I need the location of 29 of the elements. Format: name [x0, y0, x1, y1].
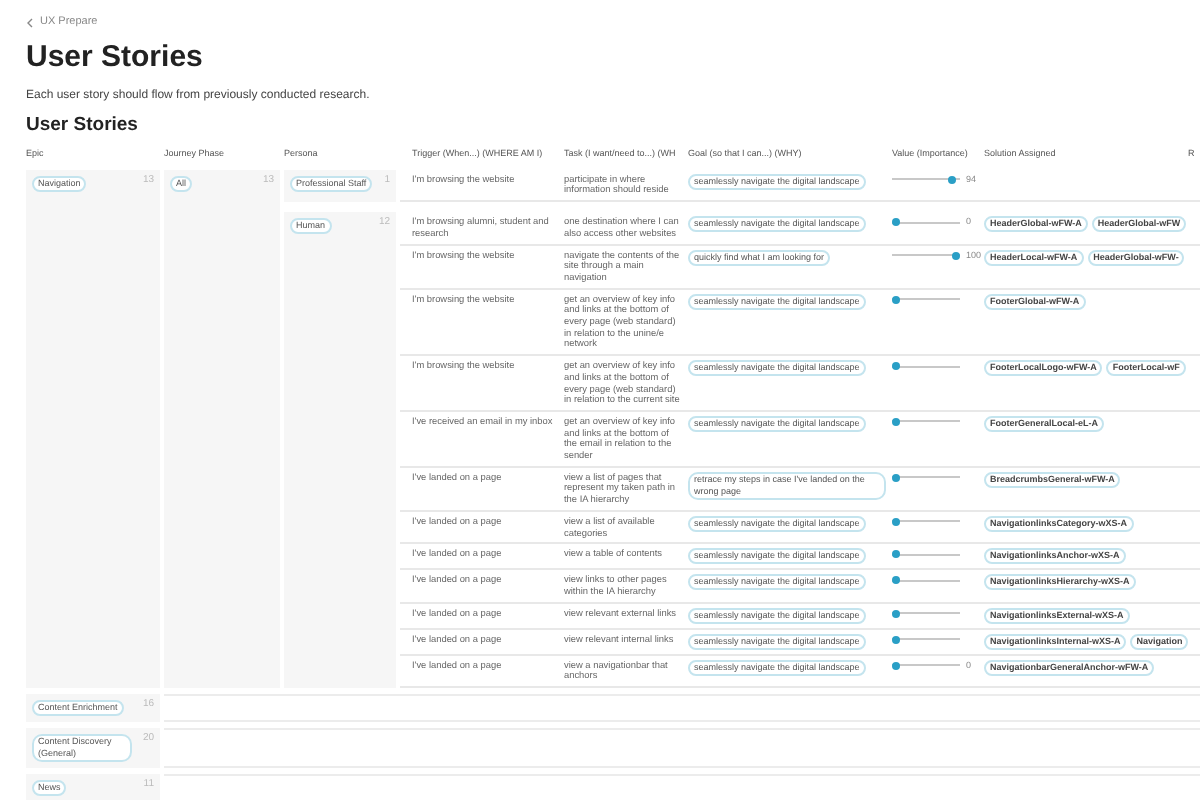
value-slider[interactable]	[892, 251, 960, 260]
slider-thumb[interactable]	[892, 295, 900, 304]
value-slider[interactable]	[892, 635, 960, 644]
slider-thumb[interactable]	[892, 517, 900, 526]
slider-thumb[interactable]	[892, 473, 900, 482]
page-title: User Stories	[26, 38, 205, 78]
value-slider[interactable]	[892, 473, 960, 482]
slider-thumb[interactable]	[952, 251, 960, 260]
slider-thumb[interactable]	[892, 417, 900, 426]
slider-thumb[interactable]	[892, 661, 900, 670]
slider-thumb[interactable]	[892, 576, 900, 585]
value-slider[interactable]	[892, 417, 960, 426]
value-slider[interactable]	[892, 517, 960, 526]
section-title: User Stories	[26, 114, 140, 138]
value-slider[interactable]	[892, 362, 960, 371]
value-slider[interactable]	[892, 175, 960, 184]
slider-thumb[interactable]	[892, 218, 900, 227]
slider-thumb[interactable]	[892, 550, 900, 559]
value-slider[interactable]	[892, 576, 960, 585]
value-slider[interactable]	[892, 295, 960, 304]
value-slider[interactable]	[892, 661, 960, 670]
slider-thumb[interactable]	[892, 635, 900, 644]
value-slider[interactable]	[892, 218, 960, 227]
value-slider[interactable]	[892, 550, 960, 559]
slider-thumb[interactable]	[948, 175, 957, 184]
value-slider[interactable]	[892, 609, 960, 618]
slider-thumb[interactable]	[892, 362, 900, 371]
slider-thumb[interactable]	[892, 609, 900, 618]
back-chevron-icon[interactable]	[26, 17, 34, 27]
